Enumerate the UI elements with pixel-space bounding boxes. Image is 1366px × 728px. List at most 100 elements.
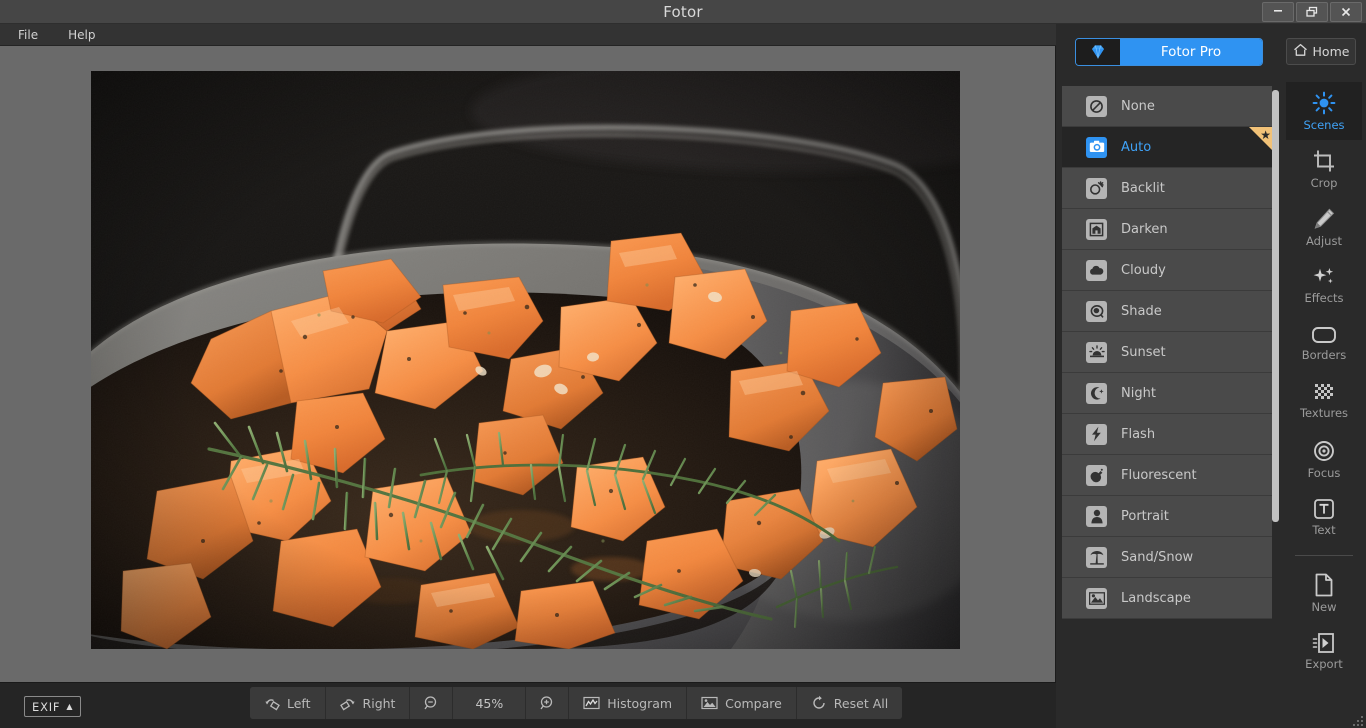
reset-icon [811, 695, 827, 711]
close-button[interactable] [1330, 2, 1362, 22]
window-controls [1262, 2, 1362, 22]
histogram-label: Histogram [607, 695, 673, 711]
rotate-left-button[interactable]: Left [250, 687, 326, 719]
rotate-left-label: Left [287, 695, 311, 711]
scene-label: Auto [1121, 139, 1152, 155]
rail-label: Textures [1299, 405, 1349, 420]
restore-button[interactable] [1296, 2, 1328, 22]
tool-rail: Scenes Crop Adjust Effects Borders Textu… [1282, 82, 1366, 728]
target-icon [1312, 439, 1336, 463]
rail-item-effects[interactable]: Effects [1286, 256, 1362, 314]
compare-button[interactable]: Compare [687, 687, 797, 719]
shade-icon [1086, 300, 1107, 322]
fotor-pro-button[interactable]: Fotor Pro [1075, 38, 1263, 66]
scene-item-sand-snow[interactable]: Sand/Snow [1062, 537, 1273, 578]
photo-preview[interactable] [91, 71, 960, 649]
rotate-right-button[interactable]: Right [325, 687, 411, 719]
rail-label: Text [1312, 522, 1336, 537]
scene-item-auto[interactable]: Auto ★ [1062, 127, 1273, 168]
scene-item-cloudy[interactable]: Cloudy [1062, 250, 1273, 291]
exif-button[interactable]: EXIF ▲ [24, 696, 82, 717]
rail-label: Adjust [1306, 233, 1342, 248]
checker-icon [1312, 383, 1336, 403]
moon-icon [1086, 382, 1107, 404]
premium-badge: ★ [1249, 127, 1273, 151]
camera-icon [1086, 136, 1107, 158]
no-entry-icon [1086, 95, 1107, 117]
flash-icon [1086, 423, 1107, 445]
scene-item-fluorescent[interactable]: Fluorescent [1062, 455, 1273, 496]
reset-all-label: Reset All [833, 695, 889, 711]
rail-item-text[interactable]: Text [1286, 488, 1362, 546]
scene-label: Darken [1121, 221, 1168, 237]
rail-label: Effects [1304, 290, 1344, 305]
home-button[interactable]: Home [1286, 38, 1356, 65]
rail-divider [1295, 555, 1353, 556]
scene-label: Shade [1121, 303, 1162, 319]
pencil-icon [1312, 207, 1336, 231]
scene-item-none[interactable]: None [1062, 86, 1273, 127]
scene-item-flash[interactable]: Flash [1062, 414, 1273, 455]
zoom-in-icon [539, 695, 555, 711]
scene-label: Landscape [1121, 590, 1191, 606]
zoom-out-button[interactable] [410, 687, 454, 719]
zoom-out-icon [423, 695, 439, 711]
rail-label: Export [1305, 656, 1343, 671]
scene-item-backlit[interactable]: Backlit [1062, 168, 1273, 209]
export-icon [1312, 632, 1336, 654]
sparkle-icon [1312, 266, 1336, 288]
rail-item-focus[interactable]: Focus [1286, 430, 1362, 488]
scene-label: Portrait [1121, 508, 1169, 524]
scene-label: Backlit [1121, 180, 1165, 196]
rail-item-scenes[interactable]: Scenes [1286, 82, 1362, 140]
crop-icon [1312, 149, 1336, 173]
reset-all-button[interactable]: Reset All [796, 687, 903, 719]
right-panel: Fotor Pro Home None Auto ★ Backlit Darke… [1056, 24, 1366, 728]
scene-item-sunset[interactable]: Sunset [1062, 332, 1273, 373]
scene-item-night[interactable]: Night [1062, 373, 1273, 414]
scene-label: Sunset [1121, 344, 1166, 360]
diamond-icon [1076, 39, 1120, 65]
sun-icon [1312, 91, 1336, 115]
rail-item-adjust[interactable]: Adjust [1286, 198, 1362, 256]
scene-label: Flash [1121, 426, 1156, 442]
minimize-button[interactable] [1262, 2, 1294, 22]
zoom-in-button[interactable] [526, 687, 570, 719]
scenes-scrollbar-thumb[interactable] [1272, 90, 1279, 522]
scene-label: Fluorescent [1121, 467, 1197, 483]
scene-item-portrait[interactable]: Portrait [1062, 496, 1273, 537]
window-title: Fotor [663, 3, 703, 21]
rail-label: Borders [1301, 347, 1347, 362]
portrait-icon [1086, 505, 1107, 527]
rail-item-borders[interactable]: Borders [1286, 314, 1362, 372]
scene-item-darken[interactable]: Darken [1062, 209, 1273, 250]
scene-item-landscape[interactable]: Landscape [1062, 578, 1273, 619]
rail-item-export[interactable]: Export [1286, 622, 1362, 680]
rail-label: New [1311, 599, 1337, 614]
backlit-icon [1086, 177, 1107, 199]
palm-icon [1086, 546, 1107, 568]
resize-grip[interactable] [1351, 713, 1365, 727]
scene-item-shade[interactable]: Shade [1062, 291, 1273, 332]
darken-icon [1086, 218, 1107, 240]
scenes-list-panel[interactable]: None Auto ★ Backlit Darken Cloudy Shade … [1062, 86, 1286, 636]
menu-item-file[interactable]: File [14, 27, 42, 43]
cloud-icon [1086, 259, 1107, 281]
landscape-icon [1086, 587, 1107, 609]
editor-canvas-area[interactable] [0, 46, 1056, 682]
photo-image [91, 71, 960, 649]
rail-item-textures[interactable]: Textures [1286, 372, 1362, 430]
exif-label: EXIF [32, 699, 61, 714]
compare-label: Compare [725, 695, 782, 711]
star-icon: ★ [1260, 128, 1271, 142]
histogram-button[interactable]: Histogram [569, 687, 688, 719]
rail-item-new[interactable]: New [1286, 564, 1362, 622]
fotor-pro-row: Fotor Pro [1056, 24, 1282, 80]
chevron-up-icon: ▲ [66, 702, 74, 711]
bulb-icon [1086, 464, 1107, 486]
text-icon [1313, 498, 1335, 520]
rail-item-crop[interactable]: Crop [1286, 140, 1362, 198]
menu-item-help[interactable]: Help [64, 27, 99, 43]
scenes-list: None Auto ★ Backlit Darken Cloudy Shade … [1062, 86, 1273, 619]
rail-label: Scenes [1303, 117, 1345, 132]
